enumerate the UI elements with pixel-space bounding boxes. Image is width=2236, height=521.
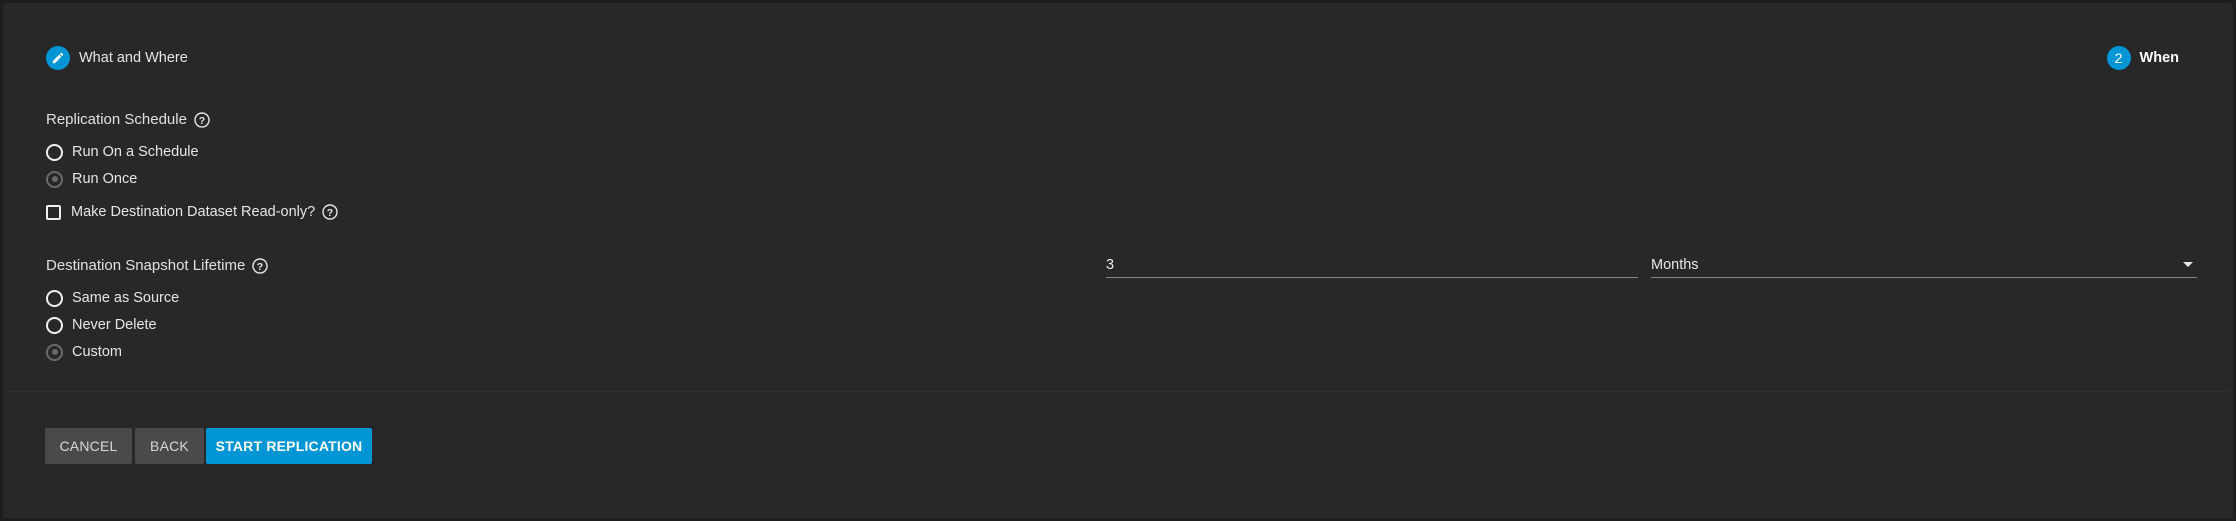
lifetime-unit-select[interactable]: Months [1651, 253, 2197, 278]
start-replication-button[interactable]: START REPLICATION [206, 428, 372, 464]
step-what-and-where-label: What and Where [79, 50, 188, 66]
replication-wizard-panel: What and Where 2 When Replication Schedu… [3, 3, 2233, 518]
lifetime-unit-text: Months [1651, 257, 1699, 273]
svg-text:?: ? [327, 207, 333, 219]
radio-button-selected[interactable] [46, 170, 63, 188]
help-icon[interactable]: ? [252, 257, 268, 274]
radio-run-on-schedule[interactable]: Run On a Schedule [46, 140, 199, 164]
pencil-icon [46, 46, 70, 70]
radio-button[interactable] [46, 316, 63, 334]
radio-run-on-schedule-label: Run On a Schedule [72, 144, 199, 160]
chevron-down-icon[interactable] [2183, 262, 2193, 267]
radio-button-selected[interactable] [46, 343, 63, 361]
back-button[interactable]: BACK [135, 428, 204, 464]
radio-never-delete[interactable]: Never Delete [46, 313, 157, 337]
cancel-button[interactable]: CANCEL [45, 428, 132, 464]
readonly-checkbox[interactable] [46, 204, 61, 220]
snapshot-lifetime-text: Destination Snapshot Lifetime [46, 257, 246, 274]
step-number-badge: 2 [2106, 46, 2131, 70]
divider [6, 391, 2230, 392]
step-when[interactable]: 2 When [2106, 43, 2179, 73]
svg-text:?: ? [199, 114, 205, 126]
wizard-stepper: What and Where 2 When [43, 43, 2193, 73]
lifetime-value-input[interactable]: 3 [1106, 253, 1638, 278]
help-icon[interactable]: ? [194, 111, 210, 128]
readonly-checkbox-label: Make Destination Dataset Read-only? [71, 204, 316, 220]
lifetime-value-text: 3 [1106, 257, 1115, 273]
snapshot-lifetime-label: Destination Snapshot Lifetime ? [46, 257, 268, 274]
replication-schedule-label: Replication Schedule ? [46, 111, 210, 128]
svg-text:?: ? [257, 260, 263, 272]
radio-button[interactable] [46, 143, 63, 161]
replication-schedule-text: Replication Schedule [46, 111, 187, 128]
radio-never-delete-label: Never Delete [72, 317, 157, 333]
step-what-and-where[interactable]: What and Where [46, 43, 188, 73]
radio-button[interactable] [46, 289, 63, 307]
readonly-checkbox-row[interactable]: Make Destination Dataset Read-only? ? [46, 200, 338, 224]
radio-run-once-label: Run Once [72, 171, 138, 187]
radio-same-as-source-label: Same as Source [72, 290, 180, 306]
radio-same-as-source[interactable]: Same as Source [46, 286, 179, 310]
step-when-label: When [2139, 50, 2179, 66]
radio-run-once[interactable]: Run Once [46, 167, 137, 191]
radio-custom-label: Custom [72, 344, 122, 360]
radio-custom[interactable]: Custom [46, 340, 122, 364]
help-icon[interactable]: ? [322, 204, 338, 220]
